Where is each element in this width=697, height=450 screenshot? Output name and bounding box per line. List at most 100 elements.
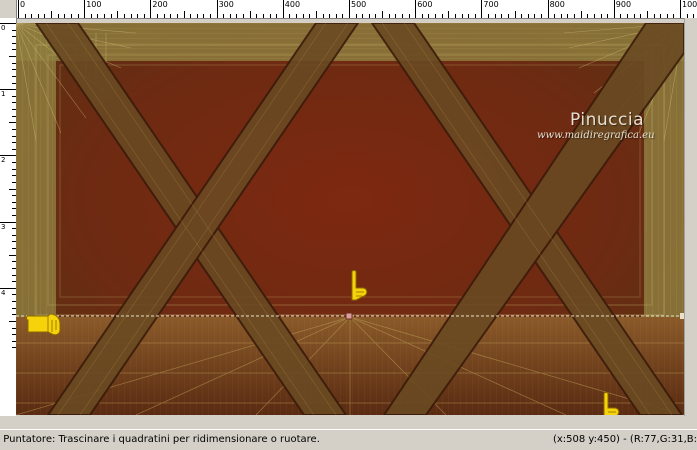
ruler-minor-tick xyxy=(673,14,675,18)
ruler-minor-tick xyxy=(97,14,99,18)
status-coordinates-text: (x:508 y:450) - (R:77,G:31,B: xyxy=(552,434,697,445)
watermark-title: Pinuccia xyxy=(570,110,644,130)
ruler-minor-tick xyxy=(289,14,291,18)
ruler-minor-tick xyxy=(276,14,278,18)
ruler-minor-tick xyxy=(196,14,198,18)
ruler-major-tick xyxy=(282,0,284,18)
ruler-minor-tick xyxy=(514,11,516,18)
ruler-minor-tick xyxy=(461,14,463,18)
ruler-minor-tick xyxy=(309,14,311,18)
horizontal-scrollbar[interactable] xyxy=(16,415,684,428)
ruler-minor-tick xyxy=(9,188,16,190)
hand-pointing-down-icon[interactable] xyxy=(346,270,370,306)
vertical-scrollbar[interactable] xyxy=(684,18,697,416)
ruler-minor-tick xyxy=(137,14,139,18)
ruler-major-tick xyxy=(150,0,152,18)
ruler-minor-tick xyxy=(540,14,542,18)
ruler-major-tick xyxy=(481,0,483,18)
ruler-minor-tick xyxy=(633,14,635,18)
ruler-minor-tick xyxy=(620,14,622,18)
ruler-minor-tick xyxy=(600,14,602,18)
ruler-minor-tick xyxy=(435,14,437,18)
ruler-major-tick xyxy=(349,0,350,18)
ruler-minor-tick xyxy=(488,14,490,18)
ruler-minor-tick xyxy=(587,14,589,18)
ruler-minor-tick xyxy=(554,14,556,18)
ruler-minor-tick xyxy=(9,56,16,58)
ruler-minor-tick xyxy=(666,14,668,18)
ruler-minor-tick xyxy=(223,14,225,18)
ruler-minor-tick xyxy=(322,14,324,18)
ruler-minor-tick xyxy=(607,14,609,18)
ruler-minor-tick xyxy=(229,14,231,18)
ruler-minor-tick xyxy=(653,14,655,18)
ruler-minor-tick xyxy=(262,14,264,18)
ruler-major-tick xyxy=(415,0,417,18)
ruler-minor-tick xyxy=(401,14,403,18)
ruler-minor-tick xyxy=(441,14,443,18)
ruler-minor-tick xyxy=(110,14,112,18)
ruler-minor-tick xyxy=(77,14,79,18)
ruler-minor-tick xyxy=(335,14,337,18)
ruler-minor-tick xyxy=(501,14,503,18)
ruler-minor-tick xyxy=(130,14,132,18)
ruler-minor-tick xyxy=(421,14,423,18)
ruler-major-tick xyxy=(547,0,549,18)
ruler-minor-tick xyxy=(428,14,430,18)
ruler-minor-tick xyxy=(90,14,92,18)
status-bar: a Puntatore: Trascinare i quadratini per… xyxy=(0,429,697,450)
ruler-minor-tick xyxy=(37,14,39,18)
ruler-minor-tick xyxy=(104,14,106,18)
ruler-minor-tick xyxy=(362,14,364,18)
left-ruler: 0 1 2 3 4 xyxy=(0,18,17,416)
ruler-label: 4 xyxy=(1,288,6,297)
top-ruler: 0 100 200 300 400 500 600 700 800 900 1000 xyxy=(0,0,697,19)
ruler-minor-tick xyxy=(203,14,205,18)
ruler-label: 3 xyxy=(1,222,6,231)
ruler-minor-tick xyxy=(521,14,523,18)
ruler-minor-tick xyxy=(183,11,185,18)
ruler-minor-tick xyxy=(627,14,629,18)
ruler-minor-tick xyxy=(454,14,456,18)
ruler-minor-tick xyxy=(143,14,145,18)
ruler-minor-tick xyxy=(342,14,344,18)
image-canvas[interactable]: Pinuccia www.maidiregrafica.eu xyxy=(16,23,684,415)
ruler-minor-tick xyxy=(176,14,178,18)
ruler-minor-tick xyxy=(51,11,53,18)
ruler-minor-tick xyxy=(9,320,16,322)
ruler-minor-tick xyxy=(170,14,172,18)
ruler-label: 900 xyxy=(615,0,632,9)
ruler-minor-tick xyxy=(9,254,16,256)
ruler-minor-tick xyxy=(9,122,16,124)
hand-pointing-right-icon[interactable] xyxy=(26,314,66,336)
ruler-minor-tick xyxy=(236,14,238,18)
ruler-label: 400 xyxy=(284,0,301,9)
ruler-minor-tick xyxy=(474,14,476,18)
ruler-minor-tick xyxy=(640,14,642,18)
ruler-label: 200 xyxy=(152,0,168,9)
ruler-minor-tick xyxy=(163,14,165,18)
ruler-minor-tick xyxy=(388,14,390,18)
ruler-minor-tick xyxy=(31,14,33,18)
ruler-label: 1000 xyxy=(682,0,697,9)
ruler-label: 1 xyxy=(1,90,6,99)
ruler-minor-tick xyxy=(315,11,317,18)
ruler-label: 0 xyxy=(20,0,26,9)
ruler-minor-tick xyxy=(382,11,384,18)
ruler-minor-tick xyxy=(574,14,576,18)
ruler-minor-tick xyxy=(660,14,662,18)
canvas-artwork xyxy=(16,23,684,415)
ruler-minor-tick xyxy=(593,14,595,18)
ruler-corner xyxy=(0,0,17,18)
ruler-minor-tick xyxy=(567,14,569,18)
ruler-label: 300 xyxy=(218,0,234,9)
ruler-minor-tick xyxy=(646,11,648,18)
ruler-minor-tick xyxy=(580,11,582,18)
ruler-minor-tick xyxy=(117,11,119,18)
ruler-major-tick xyxy=(613,0,615,18)
ruler-minor-tick xyxy=(243,14,245,18)
ruler-minor-tick xyxy=(70,14,72,18)
ruler-minor-tick xyxy=(190,14,192,18)
ruler-minor-tick xyxy=(209,14,211,18)
ruler-minor-tick xyxy=(256,14,258,18)
